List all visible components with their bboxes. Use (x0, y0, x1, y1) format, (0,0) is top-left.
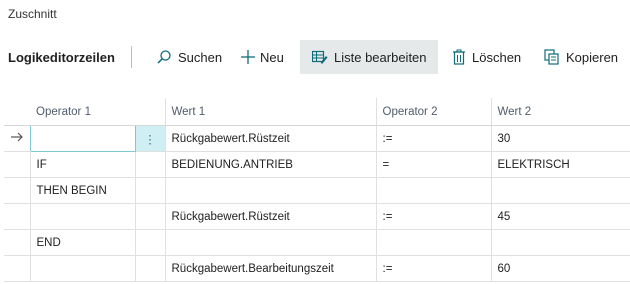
row-indicator (4, 151, 30, 178)
wert-2-cell[interactable]: 45 (490, 203, 630, 230)
wert-1-cell[interactable]: Rückgabewert.Bearbeitungszeit (164, 255, 376, 282)
operator-2-cell[interactable]: := (375, 203, 491, 230)
page-title: Zuschnitt (8, 7, 57, 21)
row-indicator (4, 177, 30, 204)
wert-1-cell[interactable]: Rückgabewert.Rüstzeit (164, 203, 376, 230)
delete-button[interactable]: Löschen (452, 40, 521, 74)
row-indicator (4, 229, 30, 256)
operator-1-cell[interactable] (29, 203, 135, 230)
copy-icon (544, 49, 560, 65)
more-vertical-icon: ⋮ (144, 133, 156, 146)
row-menu-cell (134, 203, 165, 230)
wert-2-cell[interactable]: 60 (490, 255, 630, 282)
operator-1-cell[interactable] (29, 255, 135, 282)
operator-2-cell[interactable]: := (375, 125, 491, 152)
trash-icon (452, 49, 466, 65)
wert-1-cell[interactable] (164, 177, 376, 204)
table-row[interactable]: Rückgabewert.Bearbeitungszeit := 60 (4, 255, 630, 282)
wert-2-cell[interactable] (490, 229, 630, 256)
wert-1-cell[interactable]: Rückgabewert.Rüstzeit (164, 125, 376, 152)
plus-icon (240, 49, 256, 65)
wert-2-cell[interactable] (490, 177, 630, 204)
wert-2-cell[interactable]: ELEKTRISCH (490, 151, 630, 178)
search-button[interactable]: Suchen (156, 40, 222, 74)
copy-button[interactable]: Kopieren (544, 40, 618, 74)
column-header-operator-1[interactable]: Operator 1 (30, 98, 135, 126)
edit-list-icon (312, 50, 328, 64)
operator-2-cell[interactable]: = (375, 151, 491, 178)
new-button-label: Neu (260, 49, 284, 65)
part-title: Logikeditorzeilen (8, 50, 115, 65)
wert-1-cell[interactable] (164, 229, 376, 256)
toolbar-divider (131, 46, 132, 68)
row-menu-cell (134, 177, 165, 204)
new-button[interactable]: Neu (240, 40, 284, 74)
edit-list-button-label: Liste bearbeiten (334, 49, 427, 65)
row-indicator (4, 203, 30, 230)
operator-2-cell[interactable]: := (375, 255, 491, 282)
row-indicator-header (4, 98, 30, 126)
search-button-label: Suchen (178, 49, 223, 65)
row-menu-cell (134, 229, 165, 256)
operator-1-cell[interactable]: END (29, 229, 135, 256)
copy-button-label: Kopieren (566, 49, 619, 65)
delete-button-label: Löschen (472, 49, 522, 65)
row-menu-cell (134, 151, 165, 178)
row-menu-header (135, 98, 165, 126)
operator-2-cell[interactable] (375, 177, 491, 204)
search-icon (156, 49, 172, 65)
row-indicator (4, 255, 30, 282)
table-row[interactable]: Rückgabewert.Rüstzeit := 45 (4, 203, 630, 230)
table-row[interactable]: IF BEDIENUNG.ANTRIEB = ELEKTRISCH (4, 151, 630, 178)
edit-list-button[interactable]: Liste bearbeiten (300, 40, 438, 74)
table-row[interactable]: ⋮ Rückgabewert.Rüstzeit := 30 (4, 125, 630, 152)
logic-lines-grid: Operator 1 Wert 1 Operator 2 Wert 2 ⋮ Rü… (4, 98, 630, 282)
action-bar: Logikeditorzeilen Suchen Neu Liste bearb… (0, 40, 630, 74)
operator-1-cell[interactable]: THEN BEGIN (29, 177, 135, 204)
grid-header-row: Operator 1 Wert 1 Operator 2 Wert 2 (4, 98, 630, 126)
table-row[interactable]: END (4, 229, 630, 256)
column-header-wert-1[interactable]: Wert 1 (164, 98, 376, 126)
column-header-operator-2[interactable]: Operator 2 (375, 98, 491, 126)
column-header-wert-2[interactable]: Wert 2 (490, 98, 630, 126)
current-row-arrow-icon (4, 125, 30, 152)
operator-1-cell[interactable]: IF (29, 151, 135, 178)
wert-2-cell[interactable]: 30 (490, 125, 630, 152)
operator-1-cell[interactable] (29, 125, 136, 152)
operator-2-cell[interactable] (375, 229, 491, 256)
row-menu-cell (134, 255, 165, 282)
wert-1-cell[interactable]: BEDIENUNG.ANTRIEB (164, 151, 376, 178)
table-row[interactable]: THEN BEGIN (4, 177, 630, 204)
row-actions-button[interactable]: ⋮ (134, 125, 165, 152)
